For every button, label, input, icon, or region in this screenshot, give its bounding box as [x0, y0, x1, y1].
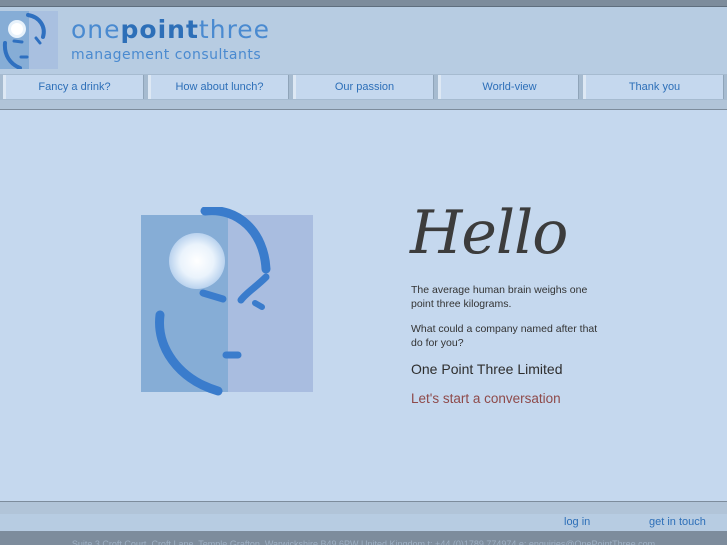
hero-face-icon [138, 206, 316, 399]
start-conversation-link[interactable]: Let's start a conversation [411, 391, 561, 406]
nav-underline [0, 100, 727, 110]
nav-item-world-view[interactable]: World-view [438, 75, 579, 99]
footer-divider [0, 501, 727, 514]
footer-bar: log in get in touch [0, 514, 727, 531]
hello-heading: Hello [410, 198, 568, 268]
main-content: Hello The average human brain weighs one… [0, 111, 727, 501]
logo-wordmark[interactable]: onepointthree [71, 15, 270, 44]
get-in-touch-link[interactable]: get in touch [649, 516, 706, 528]
nav-item-fancy-a-drink[interactable]: Fancy a drink? [3, 75, 144, 99]
question-paragraph: What could a company named after that do… [411, 323, 598, 349]
intro-paragraph: The average human brain weighs one point… [411, 284, 588, 310]
tagline: management consultants [71, 47, 262, 63]
header: onepointthree management consultants [0, 7, 727, 74]
logo-three: three [198, 15, 271, 44]
login-link[interactable]: log in [564, 516, 590, 528]
main-nav: Fancy a drink? How about lunch? Our pass… [0, 74, 727, 100]
nav-item-thank-you[interactable]: Thank you [583, 75, 724, 99]
nav-item-our-passion[interactable]: Our passion [293, 75, 434, 99]
logo-point: point [120, 15, 199, 44]
footer-address: Suite 3 Croft Court, Croft Lane, Temple … [0, 531, 727, 545]
logo-one: one [71, 15, 121, 44]
logo-face-icon[interactable] [0, 11, 58, 70]
nav-item-how-about-lunch[interactable]: How about lunch? [148, 75, 289, 99]
company-name: One Point Three Limited [411, 361, 563, 377]
top-strip [0, 0, 727, 7]
